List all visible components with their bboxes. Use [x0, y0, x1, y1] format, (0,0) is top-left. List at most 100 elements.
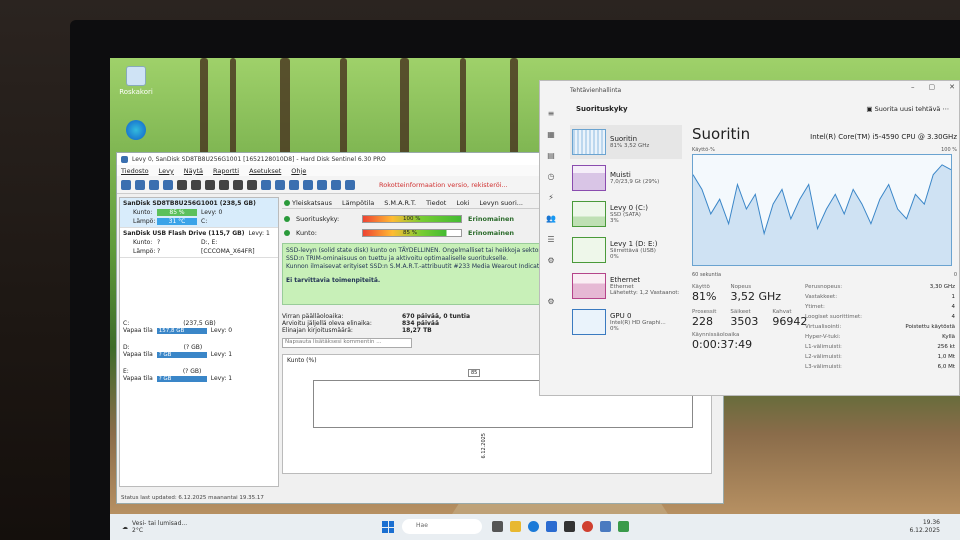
disk-icon[interactable] [205, 179, 215, 190]
partition-letter: C: [123, 320, 130, 327]
tab-disk-performance[interactable]: Levyn suori... [479, 199, 523, 207]
cpu-usage-graph [692, 154, 952, 266]
disk-icon[interactable] [177, 179, 187, 190]
settings-icon[interactable] [163, 179, 173, 190]
temperature-value: ? [157, 248, 161, 255]
services-icon[interactable]: ⚙ [547, 256, 554, 265]
drive-letter: C: [201, 218, 208, 225]
processes-icon[interactable]: ▦ [547, 130, 555, 139]
info-icon[interactable] [345, 179, 355, 190]
disk-item-0[interactable]: SanDisk SD8TB8U256G1001 (238,5 GB) Kunto… [120, 198, 278, 228]
startup-icon[interactable]: ⚡ [548, 193, 554, 202]
report-icon[interactable] [275, 179, 285, 190]
test-icon[interactable] [149, 179, 159, 190]
photo-stage: Roskakori Levy 0, SanDisk SD8TB8U256G100… [0, 0, 960, 540]
file-explorer-icon[interactable] [510, 521, 521, 532]
details-icon[interactable]: ☰ [547, 235, 554, 244]
resource-disk-1[interactable]: Levy 1 (D: E:) Siirrettävä (USB) 0% [570, 233, 682, 267]
windows-taskbar: ☁ Vesi- tai lumisad... 2°C Hae 19.36 6.12… [110, 514, 960, 540]
menu-item-report[interactable]: Raportti [213, 167, 239, 175]
tab-info[interactable]: Tiedot [426, 199, 446, 207]
hds-statusbar: Status last updated: 6.12.2025 maanantai… [121, 495, 264, 501]
store-icon[interactable] [564, 521, 575, 532]
recycle-bin-desktop-icon[interactable]: Roskakori [114, 66, 158, 96]
gpu-thumbnail [572, 309, 606, 335]
edge-icon[interactable] [528, 521, 539, 532]
system-clock[interactable]: 19.36 6.12.2025 [909, 519, 940, 535]
gear-icon[interactable] [317, 179, 327, 190]
disk-icon[interactable] [219, 179, 229, 190]
report-icon[interactable] [261, 179, 271, 190]
tab-smart[interactable]: S.M.A.R.T. [384, 199, 416, 207]
menu-icon[interactable]: ≡ [548, 109, 555, 118]
tab-temperature[interactable]: Lämpötila [342, 199, 374, 207]
tab-log[interactable]: Loki [456, 199, 469, 207]
close-icon[interactable]: ✕ [949, 83, 955, 91]
performance-icon[interactable]: ▤ [547, 151, 555, 160]
maximize-icon[interactable]: ▢ [929, 83, 936, 91]
partition-d[interactable]: D: (? GB) Vapaa tila? GB Levy: 1 [120, 342, 278, 360]
hds-app-icon [121, 155, 128, 163]
menu-item-disk[interactable]: Levy [159, 167, 174, 175]
disk-icon[interactable] [191, 179, 201, 190]
edge-desktop-icon[interactable] [114, 120, 158, 142]
menu-item-view[interactable]: Näytä [184, 167, 203, 175]
spec-label: Perusnopeus: [805, 284, 843, 290]
taskbar-search[interactable]: Hae [402, 519, 482, 534]
stat-value: 228 [692, 315, 713, 328]
alert-icon[interactable] [289, 179, 299, 190]
registration-notice[interactable]: Rokotteinformaation versio, rekisteröi..… [379, 181, 508, 189]
resource-disk-0[interactable]: Levy 0 (C:) SSD (SATA) 3% [570, 197, 682, 231]
disk-icon[interactable] [247, 179, 257, 190]
chart-data-label: 85 [468, 369, 481, 377]
menu-item-file[interactable]: Tiedosto [121, 167, 149, 175]
run-new-task-button[interactable]: ▣ Suorita uusi tehtävä ⋯ [866, 105, 949, 113]
refresh-icon[interactable] [121, 179, 131, 190]
stat-value: 18,27 TB [402, 327, 432, 334]
spec-label: Loogiset suorittimet: [805, 314, 862, 320]
resource-memory[interactable]: Muisti 7,0/23,9 Gt (29%) [570, 161, 682, 195]
task-view-icon[interactable] [492, 521, 503, 532]
health-value: 85 % [157, 209, 197, 216]
start-button[interactable] [382, 521, 394, 533]
tab-overview[interactable]: Yleiskatsaus [284, 199, 332, 207]
chart-x-tick: 6.12.2025 [481, 433, 487, 459]
disk-name: SanDisk SD8TB8U256G1001 (238,5 GB) [123, 200, 256, 207]
task-manager-window[interactable]: Tehtävienhallinta – ▢ ✕ ≡ ▦ ▤ ◷ ⚡ 👥 ☰ ⚙ … [539, 80, 960, 396]
menu-item-settings[interactable]: Asetukset [249, 167, 281, 175]
resource-cpu[interactable]: Suoritin 81% 3,52 GHz [570, 125, 682, 159]
run-task-label: Suorita uusi tehtävä [874, 105, 941, 113]
spec-value: 3,30 GHz [929, 284, 955, 290]
refresh-all-icon[interactable] [135, 179, 145, 190]
disk-icon[interactable] [233, 179, 243, 190]
resource-detail: 7,0/23,9 Gt (29%) [610, 179, 660, 185]
resource-ethernet[interactable]: Ethernet Ethernet Lähetetty: 1,2 Vastaanot… [570, 269, 682, 303]
resource-name: Levy 0 (C:) [610, 204, 648, 212]
task-manager-taskbar-icon[interactable] [618, 521, 629, 532]
partition-c[interactable]: C: (237,5 GB) Vapaa tila 157,8 GB Levy: 0 [120, 318, 278, 336]
help-icon[interactable] [331, 179, 341, 190]
weather-widget[interactable]: ☁ Vesi- tai lumisad... 2°C [122, 520, 187, 534]
performance-bar: 100 % [362, 215, 462, 223]
hd-sentinel-taskbar-icon[interactable] [600, 521, 611, 532]
resource-gpu[interactable]: GPU 0 Intel(R) HD Graphi... 0% [570, 305, 682, 339]
settings-icon[interactable]: ⚙ [547, 297, 554, 306]
outlook-icon[interactable] [546, 521, 557, 532]
partition-disk: Levy: 0 [210, 327, 233, 334]
temperature-label: Lämpö: [133, 218, 156, 225]
partition-e[interactable]: E: (? GB) Vapaa tila? GB Levy: 1 [120, 366, 278, 384]
menu-item-help[interactable]: Ohje [291, 167, 306, 175]
disk-item-1[interactable]: SanDisk USB Flash Drive (115,7 GB) Levy:… [120, 228, 278, 258]
users-icon[interactable]: 👥 [546, 214, 556, 223]
drive-letters: D:, E: [201, 239, 218, 246]
graph-min-label: 0 [953, 272, 957, 278]
minimize-icon[interactable]: – [911, 83, 915, 91]
tab-label: S.M.A.R.T. [384, 198, 417, 207]
volume-label: [CCCOMA_X64FR] [201, 248, 255, 255]
comment-field[interactable]: Napsauta lisätäksesi kommentin ... [282, 338, 412, 348]
gear-icon[interactable] [303, 179, 313, 190]
chrome-icon[interactable] [582, 521, 593, 532]
cpu-detail-panel: Suoritin Intel(R) Core(TM) i5-4590 CPU @… [692, 125, 957, 370]
history-icon[interactable]: ◷ [548, 172, 555, 181]
spec-label: L3-välimuisti: [805, 364, 842, 370]
